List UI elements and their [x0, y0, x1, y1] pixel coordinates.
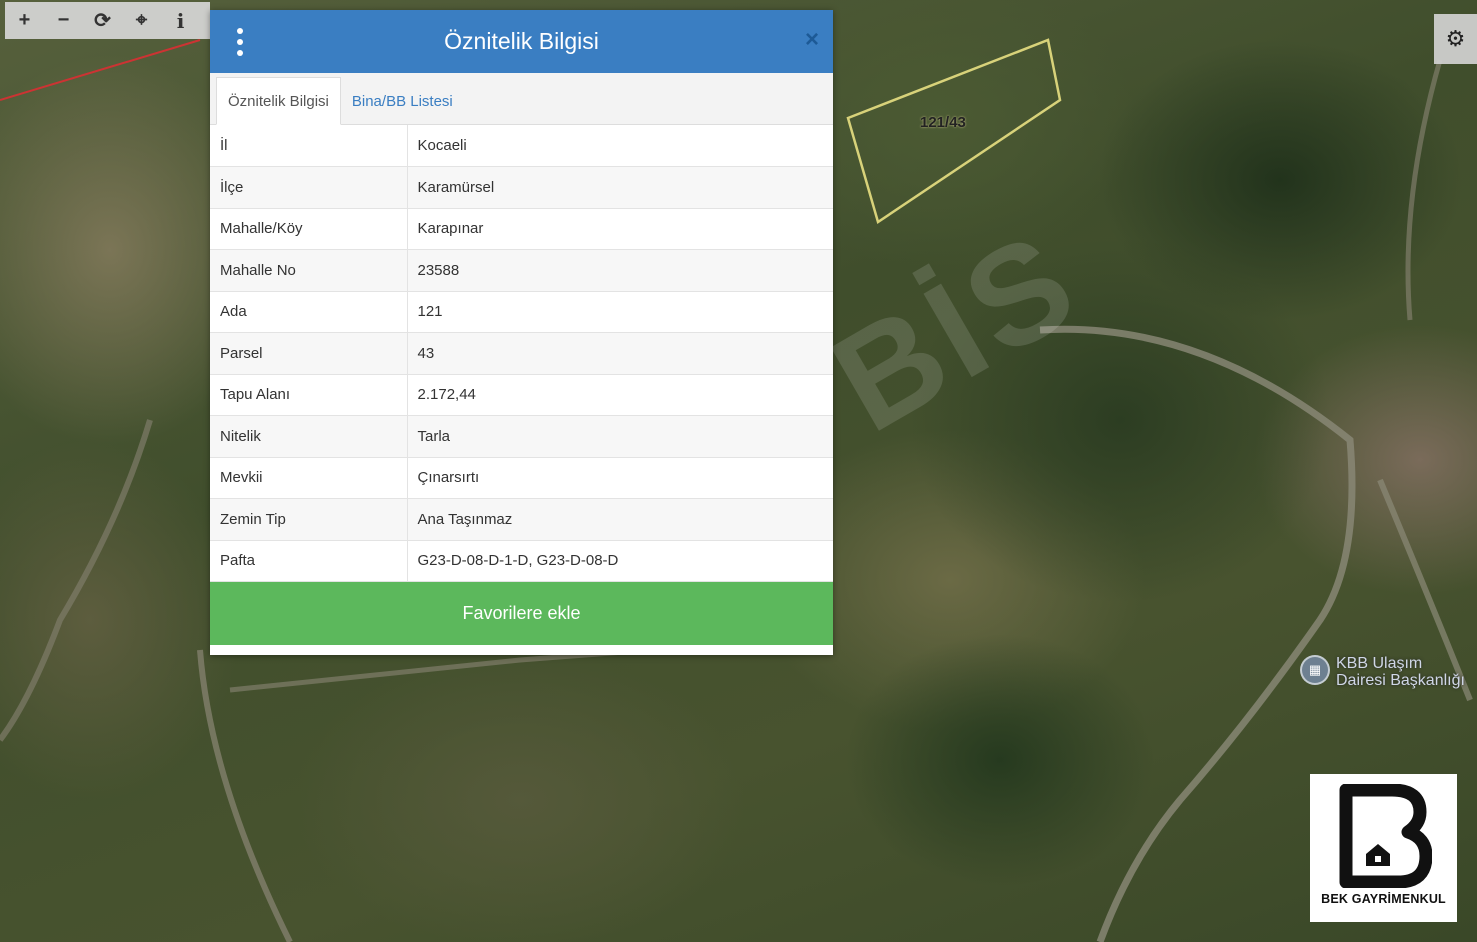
table-row: Pafta G23-D-08-D-1-D, G23-D-08-D: [210, 540, 833, 582]
table-row: İlçe Karamürsel: [210, 166, 833, 209]
table-row: Tapu Alanı 2.172,44: [210, 374, 833, 416]
settings-button[interactable]: ⚙: [1434, 14, 1477, 64]
attribute-key: Nitelik: [210, 415, 408, 458]
popup-title: Öznitelik Bilgisi: [444, 28, 599, 54]
attribute-key: İlçe: [210, 166, 408, 209]
zoom-in-button[interactable]: +: [5, 2, 44, 39]
table-row: Ada 121: [210, 291, 833, 333]
gear-icon: ⚙: [1445, 26, 1466, 51]
attribute-key: İl: [210, 125, 408, 167]
parcel-label: 121/43: [920, 114, 966, 131]
refresh-icon: ⟳: [94, 10, 111, 32]
attribute-key: Mahalle/Köy: [210, 208, 408, 250]
popup-tabs: Öznitelik Bilgisi Bina/BB Listesi: [210, 73, 833, 125]
attribute-value: Karapınar: [407, 208, 833, 250]
bek-logo-icon: [1339, 784, 1432, 888]
attribute-table: İl Kocaeli İlçe Karamürsel Mahalle/Köy Karapı…: [210, 125, 833, 582]
attribute-value: 2.172,44: [407, 374, 833, 416]
tab-building-list[interactable]: Bina/BB Listesi: [341, 78, 464, 124]
attribute-popup: Öznitelik Bilgisi × Öznitelik Bilgisi Bi…: [210, 10, 833, 655]
info-button[interactable]: i: [161, 2, 200, 39]
attribute-value: Çınarsırtı: [407, 457, 833, 499]
attribute-key: Mahalle No: [210, 249, 408, 292]
attribute-value: 43: [407, 332, 833, 375]
table-row: Nitelik Tarla: [210, 415, 833, 458]
zoom-out-button[interactable]: −: [44, 2, 83, 39]
poi-label: KBB Ulaşım Dairesi Başkanlığı: [1336, 655, 1465, 689]
table-row: Mahalle/Köy Karapınar: [210, 208, 833, 250]
attribute-value: Kocaeli: [407, 125, 833, 167]
attribute-value: G23-D-08-D-1-D, G23-D-08-D: [407, 540, 833, 582]
attribute-key: Mevkii: [210, 457, 408, 499]
building-icon: ▦: [1300, 655, 1330, 685]
close-icon[interactable]: ×: [805, 28, 819, 52]
table-row: Mahalle No 23588: [210, 249, 833, 292]
refresh-button[interactable]: ⟳: [83, 2, 122, 39]
minus-icon: −: [57, 9, 70, 31]
company-logo: BEK GAYRİMENKUL: [1310, 774, 1457, 922]
attribute-key: Ada: [210, 291, 408, 333]
locate-button[interactable]: ⌖: [122, 2, 161, 39]
kebab-menu-icon[interactable]: [230, 28, 250, 56]
attribute-key: Pafta: [210, 540, 408, 582]
attribute-value: 23588: [407, 249, 833, 292]
crosshair-icon: ⌖: [135, 9, 148, 31]
info-icon: i: [176, 8, 185, 33]
parcel-outline: [846, 38, 1062, 224]
attribute-key: Zemin Tip: [210, 498, 408, 541]
map-toolbar: + − ⟳ ⌖ i: [5, 2, 210, 39]
tab-attribute-info[interactable]: Öznitelik Bilgisi: [216, 77, 341, 125]
attribute-key: Tapu Alanı: [210, 374, 408, 416]
poi-marker[interactable]: ▦ KBB Ulaşım Dairesi Başkanlığı: [1300, 655, 1465, 689]
popup-header: Öznitelik Bilgisi ×: [210, 10, 833, 73]
attribute-value: 121: [407, 291, 833, 333]
attribute-value: Karamürsel: [407, 166, 833, 209]
attribute-value: Tarla: [407, 415, 833, 458]
attribute-value: Ana Taşınmaz: [407, 498, 833, 541]
add-to-favorites-button[interactable]: Favorilere ekle: [210, 582, 833, 645]
plus-icon: +: [18, 9, 31, 31]
logo-text: BEK GAYRİMENKUL: [1321, 892, 1446, 906]
table-row: Parsel 43: [210, 332, 833, 375]
table-row: Mevkii Çınarsırtı: [210, 457, 833, 499]
attribute-key: Parsel: [210, 332, 408, 375]
table-row: İl Kocaeli: [210, 125, 833, 167]
table-row: Zemin Tip Ana Taşınmaz: [210, 498, 833, 541]
